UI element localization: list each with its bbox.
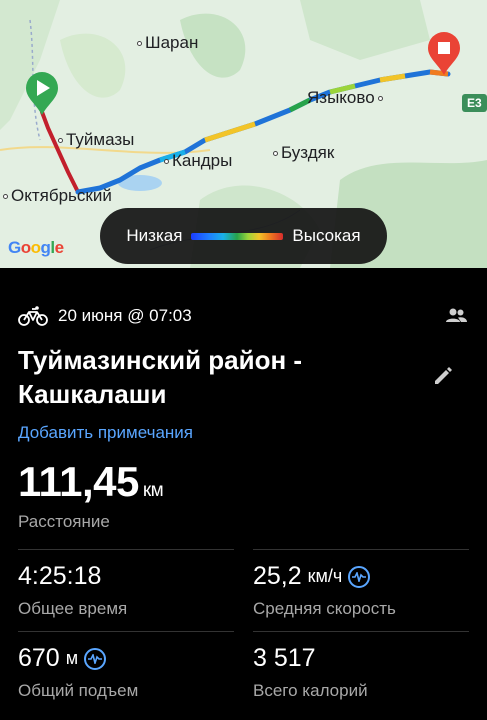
total-time-value: 4:25:18 (18, 562, 102, 590)
divider (253, 631, 469, 632)
bicycle-icon (18, 306, 48, 326)
legend-gradient-bar (191, 232, 284, 240)
stat-total-time: 4:25:18 Общее время (18, 562, 127, 619)
stat-calories: 3 517 Всего калорий (253, 644, 368, 701)
divider (253, 549, 469, 550)
calories-label: Всего калорий (253, 681, 368, 700)
stat-ascent: 670 м Общий подъем (18, 644, 138, 701)
distance-label: Расстояние (18, 512, 110, 531)
avg-speed-label: Средняя скорость (253, 599, 396, 618)
place-oktyabrsky: Октябрьский (0, 186, 112, 206)
ascent-value: 670 (18, 644, 60, 672)
distance-value: 111,45 км (18, 458, 164, 505)
activity-title: Туймазинский район - Кашкалаши (18, 345, 303, 409)
place-kandry: Кандры (161, 151, 232, 171)
distance-unit: км (142, 480, 164, 501)
start-marker-icon (26, 72, 58, 115)
people-icon[interactable] (444, 303, 468, 327)
calories-value: 3 517 (253, 644, 316, 672)
edit-pencil-icon[interactable] (431, 364, 455, 388)
route-map[interactable]: Шаран Языково Туймазы Кандры Буздяк Октя… (0, 0, 487, 268)
google-logo: Google (8, 238, 64, 257)
avg-speed-unit: км/ч (307, 566, 343, 586)
activity-header: 20 июня @ 07:03 (18, 303, 468, 329)
legend-high-label: Высокая (292, 226, 361, 245)
total-time-label: Общее время (18, 599, 128, 618)
divider (18, 631, 234, 632)
road-badge: E3 (462, 94, 487, 112)
place-sharan: Шаран (134, 33, 198, 53)
add-notes-link[interactable]: Добавить примечания (18, 423, 193, 443)
legend-low-label: Низкая (126, 226, 183, 245)
ascent-label: Общий подъем (18, 681, 139, 700)
place-tuymazy: Туймазы (55, 130, 134, 150)
performance-chart-icon[interactable] (84, 647, 107, 670)
speed-legend: Низкая Высокая (100, 208, 387, 264)
ascent-unit: м (65, 648, 79, 668)
activity-date: 20 июня @ 07:03 (58, 306, 192, 325)
stat-avg-speed: 25,2 км/ч Средняя скорость (253, 562, 396, 619)
finish-marker-icon (428, 32, 460, 75)
place-yazykovo: Языково (307, 88, 386, 108)
divider (18, 549, 234, 550)
avg-speed-value: 25,2 (253, 562, 302, 590)
performance-chart-icon[interactable] (348, 565, 371, 588)
place-buzdyak: Буздяк (270, 143, 334, 163)
